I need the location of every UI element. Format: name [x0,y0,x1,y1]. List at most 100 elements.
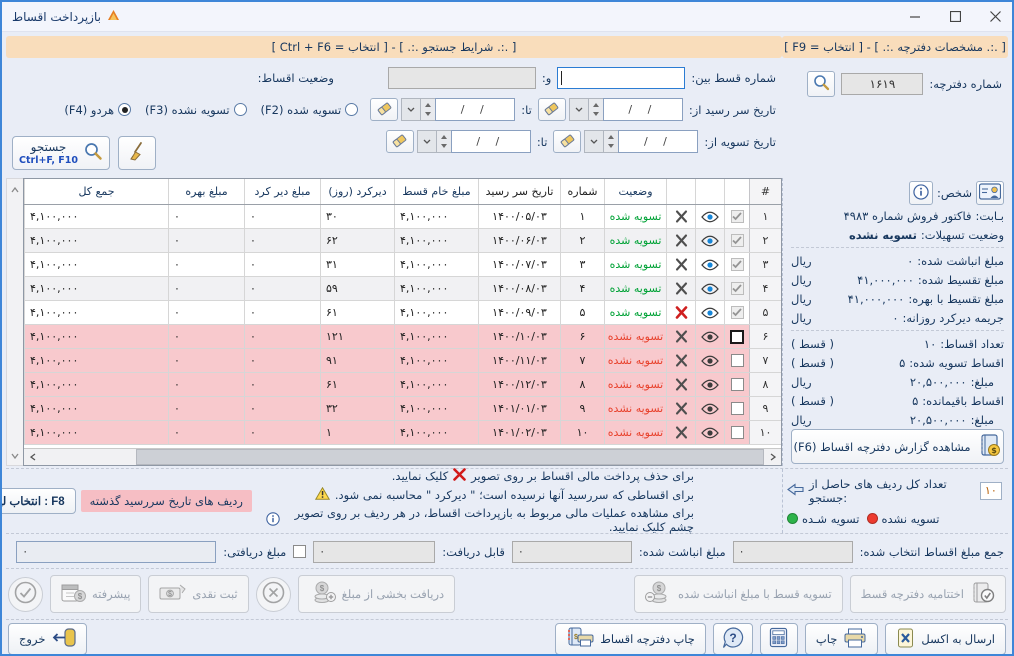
scroll-down-arrow[interactable] [11,448,19,462]
table-row[interactable]: ۸تسویه نشده۸۱۴۰۰/۱۲/۰۳۴,۱۰۰,۰۰۰۶۱۰۰۴,۱۰۰… [24,373,781,397]
col-header-days[interactable]: دیرکرد (روز) [320,179,394,204]
row-select-checkbox[interactable] [724,349,749,372]
eye-icon[interactable] [695,373,724,396]
col-header-due[interactable]: تاریخ سر رسید [478,179,560,204]
cancel-button[interactable] [256,577,291,612]
delete-payment-icon[interactable] [666,205,695,228]
chevron-down-icon[interactable] [569,98,588,121]
delete-payment-icon[interactable] [666,229,695,252]
status-radio[interactable]: تسویه شده (F2) [261,103,359,117]
col-header-total[interactable]: جمع کل [24,179,168,204]
eye-icon[interactable] [695,301,724,324]
scroll-left-arrow[interactable] [24,449,41,465]
col-header-num[interactable]: # [749,179,781,204]
table-row[interactable]: ۲تسویه شده۲۱۴۰۰/۰۶/۰۳۴,۱۰۰,۰۰۰۶۲۰۰۴,۱۰۰,… [24,229,781,253]
table-row[interactable]: ۹تسویه نشده۹۱۴۰۱/۰۱/۰۳۴,۱۰۰,۰۰۰۳۲۰۰۴,۱۰۰… [24,397,781,421]
scroll-right-arrow[interactable] [764,449,781,465]
delete-payment-icon[interactable] [666,253,695,276]
clear-date-button[interactable] [370,98,398,121]
row-select-checkbox[interactable] [724,373,749,396]
clear-date-button[interactable] [386,130,414,153]
scroll-up-arrow[interactable] [11,182,19,196]
table-row[interactable]: ۷تسویه نشده۷۱۴۰۰/۱۱/۰۳۴,۱۰۰,۰۰۰۹۱۰۰۴,۱۰۰… [24,349,781,373]
row-select-checkbox[interactable] [724,397,749,420]
delete-payment-icon[interactable] [666,325,695,348]
eye-icon[interactable] [695,253,724,276]
partial-receive-button[interactable]: دریافت بخشی از مبلغ $ [298,575,456,613]
eye-icon[interactable] [695,397,724,420]
eye-icon[interactable] [695,325,724,348]
maximize-button[interactable] [948,10,962,24]
col-header-eye[interactable] [695,179,724,204]
clear-date-button[interactable] [538,98,566,121]
calculator-button[interactable] [760,623,798,655]
col-header-status[interactable]: وضعیت [604,179,666,204]
table-row[interactable]: ۱۰تسویه نشده۱۰۱۴۰۱/۰۲/۰۳۴,۱۰۰,۰۰۰۱۰۰۴,۱۰… [24,421,781,445]
date-spinner[interactable] [420,98,435,121]
eye-icon[interactable] [695,349,724,372]
view-booklet-report-button[interactable]: $ مشاهده گزارش دفترچه اقساط (F6) [791,429,1004,464]
col-header-late[interactable]: مبلغ دیر کرد [244,179,320,204]
settle-date-from-picker[interactable]: / / [553,130,698,153]
due-date-from-picker[interactable]: / / [538,98,683,121]
received-checkbox[interactable] [293,545,306,558]
delete-payment-icon[interactable] [666,373,695,396]
delete-payment-icon[interactable] [666,301,695,324]
minimize-button[interactable] [908,10,922,24]
delete-payment-icon[interactable] [666,397,695,420]
row-select-checkbox[interactable] [724,229,749,252]
export-excel-button[interactable]: ارسال به اکسل [885,623,1006,655]
date-spinner[interactable] [603,130,618,153]
date-input[interactable]: / / [451,130,531,153]
person-info-button[interactable] [909,181,933,205]
booklet-number-field[interactable]: ۱۶۱۹ [841,73,923,95]
clear-date-button[interactable] [553,130,581,153]
due-date-to-picker[interactable]: / / [370,98,515,121]
delete-payment-icon[interactable] [666,277,695,300]
eye-icon[interactable] [695,421,724,444]
date-spinner[interactable] [588,98,603,121]
status-radio[interactable]: تسویه نشده (F3) [145,103,247,117]
table-row[interactable]: ۵تسویه شده۵۱۴۰۰/۰۹/۰۳۴,۱۰۰,۰۰۰۶۱۰۰۴,۱۰۰,… [24,301,781,325]
eye-icon[interactable] [695,277,724,300]
col-header-no[interactable]: شماره [560,179,604,204]
advanced-button[interactable]: پیشرفته $ [50,575,141,613]
chevron-down-icon[interactable] [584,130,603,153]
print-button[interactable]: چاپ [805,623,878,655]
col-header-select[interactable] [724,179,749,204]
chevron-down-icon[interactable] [401,98,420,121]
received-field[interactable]: ۰ [16,541,216,563]
select-list-button[interactable]: F8 : انتخاب لیست [0,488,76,514]
table-row[interactable]: ۶تسویه نشده۶۱۴۰۰/۱۰/۰۳۴,۱۰۰,۰۰۰۱۲۱۰۰۴,۱۰… [24,325,781,349]
table-row[interactable]: ۴تسویه شده۴۱۴۰۰/۰۸/۰۳۴,۱۰۰,۰۰۰۵۹۰۰۴,۱۰۰,… [24,277,781,301]
clear-search-button[interactable] [118,136,156,170]
delete-payment-icon[interactable] [666,349,695,372]
settle-with-accumulated-button[interactable]: تسویه قسط با مبلغ انباشت شده $ [634,575,843,613]
col-header-delete[interactable] [666,179,695,204]
person-select-button[interactable] [976,181,1004,205]
scrollbar-thumb[interactable] [136,449,764,465]
row-select-checkbox[interactable] [724,253,749,276]
installment-from-input[interactable] [557,67,685,89]
date-input[interactable]: / / [435,98,515,121]
table-row[interactable]: ۳تسویه شده۳۱۴۰۰/۰۷/۰۳۴,۱۰۰,۰۰۰۳۱۰۰۴,۱۰۰,… [24,253,781,277]
row-select-checkbox[interactable] [724,325,749,348]
vertical-scrollbar[interactable] [6,178,23,466]
date-input[interactable]: / / [603,98,683,121]
help-button[interactable]: ? [713,623,753,655]
cash-entry-button[interactable]: ثبت نقدی $ [148,575,248,613]
exit-button[interactable]: خروج [8,623,87,655]
eye-icon[interactable] [695,229,724,252]
status-radio[interactable]: هردو (F4) [64,103,131,117]
installment-to-input[interactable] [388,67,536,89]
col-header-interest[interactable]: مبلغ بهره [168,179,244,204]
booklet-search-button[interactable] [807,71,835,97]
close-booklet-button[interactable]: اختتامیه دفترچه قسط [850,575,1006,613]
eye-icon[interactable] [695,205,724,228]
row-select-checkbox[interactable] [724,301,749,324]
row-select-checkbox[interactable] [724,277,749,300]
close-button[interactable] [988,10,1002,24]
date-spinner[interactable] [436,130,451,153]
date-input[interactable]: / / [618,130,698,153]
settle-date-to-picker[interactable]: / / [386,130,531,153]
